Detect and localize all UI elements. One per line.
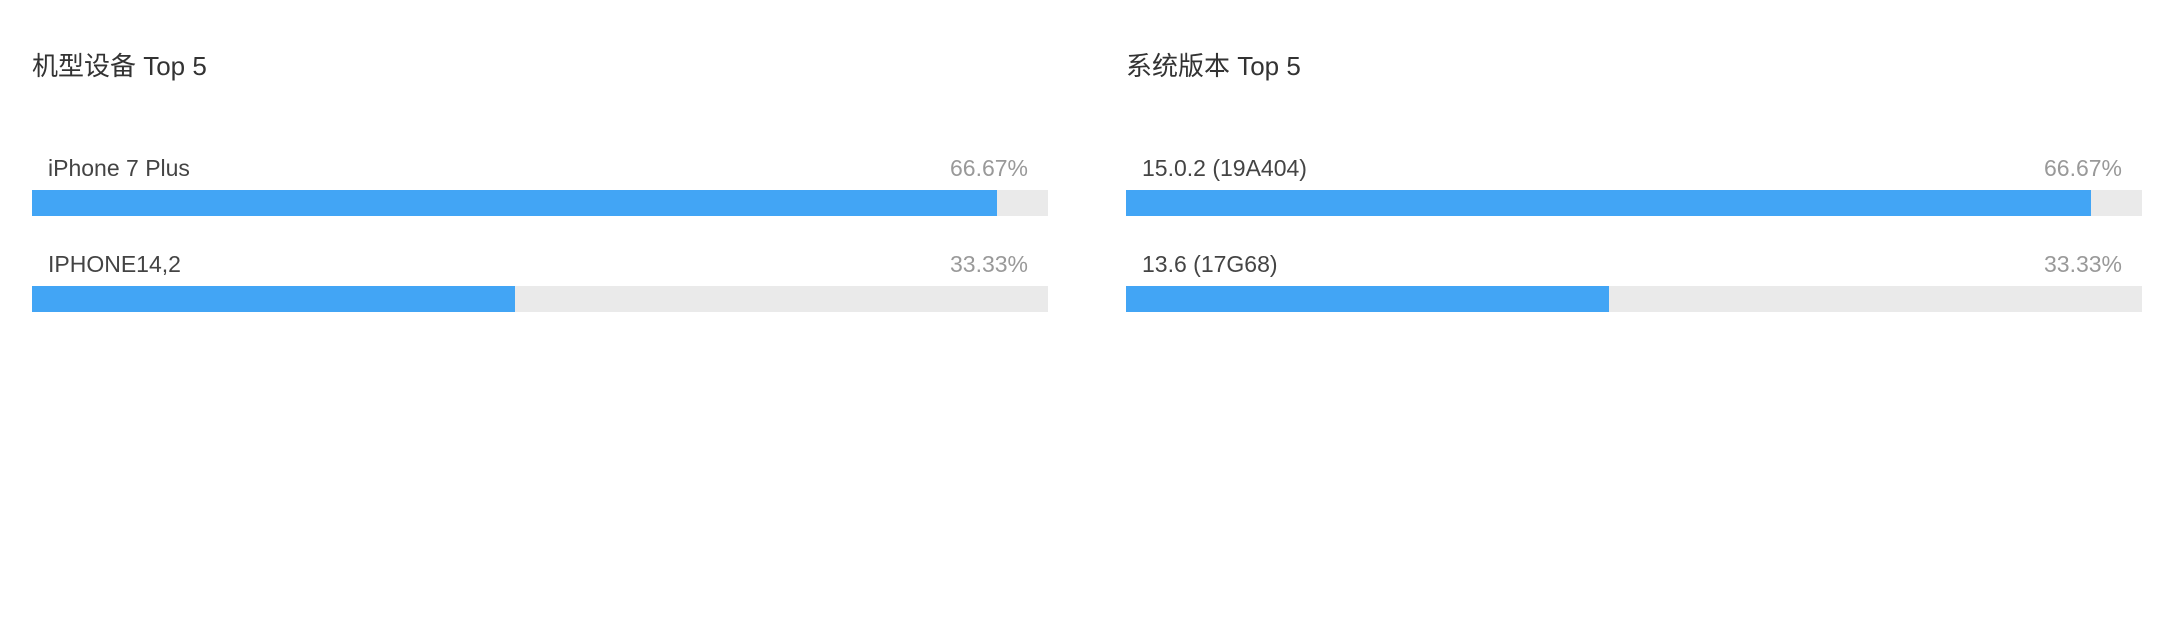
version-label: 15.0.2 (19A404) — [1142, 155, 1307, 181]
list-item: 13.6 (17G68) 33.33% — [1126, 248, 2142, 318]
progress-track — [32, 286, 1048, 312]
os-version-panel: 系统版本 Top 5 15.0.2 (19A404) 66.67% 13.6 (… — [1126, 0, 2142, 628]
list-item: IPHONE14,2 33.33% — [32, 248, 1048, 318]
progress-track — [1126, 190, 2142, 216]
progress-fill — [32, 286, 515, 312]
percent-value: 33.33% — [2043, 251, 2122, 277]
version-label: 13.6 (17G68) — [1142, 251, 1278, 277]
percent-value: 66.67% — [2043, 155, 2122, 181]
progress-track — [1126, 286, 2142, 312]
percent-value: 66.67% — [949, 155, 1028, 181]
progress-fill — [1126, 286, 1609, 312]
list-item: iPhone 7 Plus 66.67% — [32, 152, 1048, 222]
panel-title: 系统版本 Top 5 — [1126, 51, 1301, 81]
device-label: IPHONE14,2 — [48, 251, 181, 277]
progress-track — [32, 190, 1048, 216]
device-label: iPhone 7 Plus — [48, 155, 190, 181]
device-model-panel: 机型设备 Top 5 iPhone 7 Plus 66.67% IPHONE14… — [32, 0, 1048, 628]
top5-dashboard: 机型设备 Top 5 iPhone 7 Plus 66.67% IPHONE14… — [0, 0, 2160, 628]
percent-value: 33.33% — [949, 251, 1028, 277]
list-item: 15.0.2 (19A404) 66.67% — [1126, 152, 2142, 222]
panel-title: 机型设备 Top 5 — [32, 51, 207, 81]
progress-fill — [32, 190, 998, 216]
progress-fill — [1126, 190, 2092, 216]
